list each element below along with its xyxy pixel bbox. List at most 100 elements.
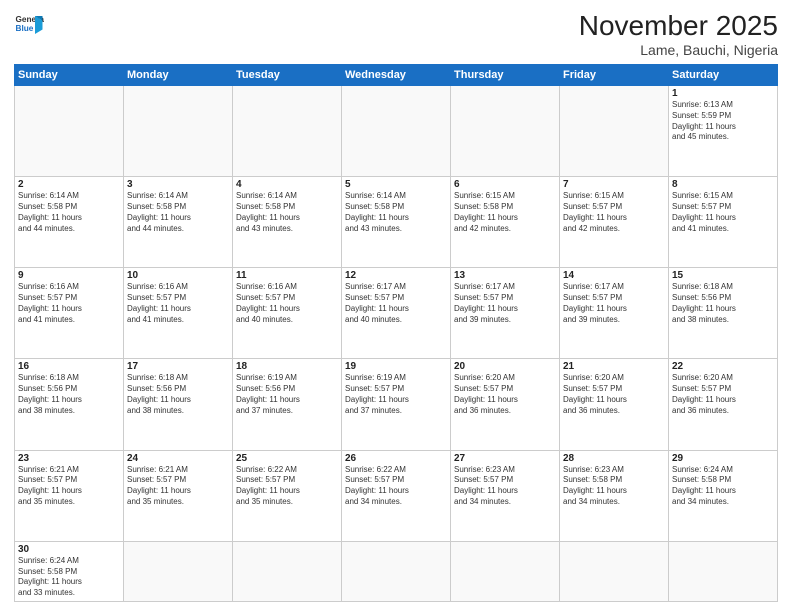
calendar-day-cell: 30Sunrise: 6:24 AM Sunset: 5:58 PM Dayli… [15, 541, 124, 601]
day-info: Sunrise: 6:24 AM Sunset: 5:58 PM Dayligh… [672, 465, 774, 508]
day-info: Sunrise: 6:14 AM Sunset: 5:58 PM Dayligh… [345, 191, 447, 234]
calendar-day-cell: 14Sunrise: 6:17 AM Sunset: 5:57 PM Dayli… [560, 268, 669, 359]
calendar-header-row: SundayMondayTuesdayWednesdayThursdayFrid… [15, 65, 778, 86]
day-number: 5 [345, 179, 447, 190]
day-info: Sunrise: 6:21 AM Sunset: 5:57 PM Dayligh… [18, 465, 120, 508]
calendar-day-cell: 18Sunrise: 6:19 AM Sunset: 5:56 PM Dayli… [233, 359, 342, 450]
day-number: 15 [672, 270, 774, 281]
title-block: November 2025 Lame, Bauchi, Nigeria [579, 10, 778, 58]
calendar-day-cell [342, 86, 451, 177]
day-info: Sunrise: 6:20 AM Sunset: 5:57 PM Dayligh… [563, 373, 665, 416]
calendar-day-cell: 24Sunrise: 6:21 AM Sunset: 5:57 PM Dayli… [124, 450, 233, 541]
day-number: 25 [236, 453, 338, 464]
logo-icon: General Blue [14, 10, 44, 40]
calendar-day-cell: 20Sunrise: 6:20 AM Sunset: 5:57 PM Dayli… [451, 359, 560, 450]
calendar-day-cell [451, 86, 560, 177]
day-info: Sunrise: 6:22 AM Sunset: 5:57 PM Dayligh… [236, 465, 338, 508]
day-info: Sunrise: 6:17 AM Sunset: 5:57 PM Dayligh… [345, 282, 447, 325]
calendar-table: SundayMondayTuesdayWednesdayThursdayFrid… [14, 64, 778, 602]
day-number: 9 [18, 270, 120, 281]
day-info: Sunrise: 6:15 AM Sunset: 5:57 PM Dayligh… [672, 191, 774, 234]
calendar-day-cell: 29Sunrise: 6:24 AM Sunset: 5:58 PM Dayli… [669, 450, 778, 541]
calendar-day-cell [560, 86, 669, 177]
day-info: Sunrise: 6:18 AM Sunset: 5:56 PM Dayligh… [18, 373, 120, 416]
day-number: 13 [454, 270, 556, 281]
day-number: 29 [672, 453, 774, 464]
day-info: Sunrise: 6:16 AM Sunset: 5:57 PM Dayligh… [236, 282, 338, 325]
calendar-day-cell: 5Sunrise: 6:14 AM Sunset: 5:58 PM Daylig… [342, 177, 451, 268]
day-number: 28 [563, 453, 665, 464]
day-info: Sunrise: 6:23 AM Sunset: 5:58 PM Dayligh… [563, 465, 665, 508]
day-number: 12 [345, 270, 447, 281]
calendar-day-header: Sunday [15, 65, 124, 86]
calendar-day-cell [124, 86, 233, 177]
day-number: 6 [454, 179, 556, 190]
day-info: Sunrise: 6:18 AM Sunset: 5:56 PM Dayligh… [127, 373, 229, 416]
day-info: Sunrise: 6:20 AM Sunset: 5:57 PM Dayligh… [672, 373, 774, 416]
calendar-day-header: Friday [560, 65, 669, 86]
day-number: 18 [236, 361, 338, 372]
day-info: Sunrise: 6:20 AM Sunset: 5:57 PM Dayligh… [454, 373, 556, 416]
logo: General Blue [14, 10, 44, 40]
day-info: Sunrise: 6:13 AM Sunset: 5:59 PM Dayligh… [672, 100, 774, 143]
calendar-day-cell: 21Sunrise: 6:20 AM Sunset: 5:57 PM Dayli… [560, 359, 669, 450]
calendar-day-cell [15, 86, 124, 177]
day-number: 4 [236, 179, 338, 190]
day-info: Sunrise: 6:24 AM Sunset: 5:58 PM Dayligh… [18, 556, 120, 599]
calendar-week-row: 16Sunrise: 6:18 AM Sunset: 5:56 PM Dayli… [15, 359, 778, 450]
calendar-day-cell: 3Sunrise: 6:14 AM Sunset: 5:58 PM Daylig… [124, 177, 233, 268]
day-info: Sunrise: 6:15 AM Sunset: 5:57 PM Dayligh… [563, 191, 665, 234]
calendar-day-header: Wednesday [342, 65, 451, 86]
day-info: Sunrise: 6:19 AM Sunset: 5:56 PM Dayligh… [236, 373, 338, 416]
day-info: Sunrise: 6:16 AM Sunset: 5:57 PM Dayligh… [18, 282, 120, 325]
calendar-week-row: 23Sunrise: 6:21 AM Sunset: 5:57 PM Dayli… [15, 450, 778, 541]
day-number: 2 [18, 179, 120, 190]
day-number: 27 [454, 453, 556, 464]
calendar-day-cell [669, 541, 778, 601]
day-number: 21 [563, 361, 665, 372]
day-number: 8 [672, 179, 774, 190]
svg-text:Blue: Blue [16, 24, 34, 33]
day-number: 20 [454, 361, 556, 372]
calendar-day-header: Monday [124, 65, 233, 86]
calendar-day-cell: 2Sunrise: 6:14 AM Sunset: 5:58 PM Daylig… [15, 177, 124, 268]
calendar-day-cell: 1Sunrise: 6:13 AM Sunset: 5:59 PM Daylig… [669, 86, 778, 177]
calendar-day-cell: 28Sunrise: 6:23 AM Sunset: 5:58 PM Dayli… [560, 450, 669, 541]
calendar-day-header: Tuesday [233, 65, 342, 86]
calendar-day-header: Saturday [669, 65, 778, 86]
day-info: Sunrise: 6:17 AM Sunset: 5:57 PM Dayligh… [454, 282, 556, 325]
day-number: 26 [345, 453, 447, 464]
calendar-week-row: 2Sunrise: 6:14 AM Sunset: 5:58 PM Daylig… [15, 177, 778, 268]
calendar-day-cell: 19Sunrise: 6:19 AM Sunset: 5:57 PM Dayli… [342, 359, 451, 450]
day-number: 22 [672, 361, 774, 372]
header: General Blue November 2025 Lame, Bauchi,… [14, 10, 778, 58]
calendar-day-cell: 25Sunrise: 6:22 AM Sunset: 5:57 PM Dayli… [233, 450, 342, 541]
calendar-day-cell [342, 541, 451, 601]
calendar-day-cell: 6Sunrise: 6:15 AM Sunset: 5:58 PM Daylig… [451, 177, 560, 268]
calendar-day-cell: 27Sunrise: 6:23 AM Sunset: 5:57 PM Dayli… [451, 450, 560, 541]
calendar-day-cell [560, 541, 669, 601]
calendar-day-cell: 7Sunrise: 6:15 AM Sunset: 5:57 PM Daylig… [560, 177, 669, 268]
calendar-week-row: 1Sunrise: 6:13 AM Sunset: 5:59 PM Daylig… [15, 86, 778, 177]
calendar-day-cell [124, 541, 233, 601]
day-number: 19 [345, 361, 447, 372]
day-number: 23 [18, 453, 120, 464]
day-number: 17 [127, 361, 229, 372]
calendar-day-cell: 10Sunrise: 6:16 AM Sunset: 5:57 PM Dayli… [124, 268, 233, 359]
day-info: Sunrise: 6:15 AM Sunset: 5:58 PM Dayligh… [454, 191, 556, 234]
day-number: 3 [127, 179, 229, 190]
calendar-day-cell: 9Sunrise: 6:16 AM Sunset: 5:57 PM Daylig… [15, 268, 124, 359]
day-number: 30 [18, 544, 120, 555]
day-number: 1 [672, 88, 774, 99]
day-info: Sunrise: 6:21 AM Sunset: 5:57 PM Dayligh… [127, 465, 229, 508]
calendar-day-cell: 12Sunrise: 6:17 AM Sunset: 5:57 PM Dayli… [342, 268, 451, 359]
day-info: Sunrise: 6:14 AM Sunset: 5:58 PM Dayligh… [18, 191, 120, 234]
day-number: 14 [563, 270, 665, 281]
calendar-day-cell: 15Sunrise: 6:18 AM Sunset: 5:56 PM Dayli… [669, 268, 778, 359]
calendar-day-cell: 26Sunrise: 6:22 AM Sunset: 5:57 PM Dayli… [342, 450, 451, 541]
calendar-day-cell: 8Sunrise: 6:15 AM Sunset: 5:57 PM Daylig… [669, 177, 778, 268]
calendar-day-cell: 11Sunrise: 6:16 AM Sunset: 5:57 PM Dayli… [233, 268, 342, 359]
calendar-day-cell: 17Sunrise: 6:18 AM Sunset: 5:56 PM Dayli… [124, 359, 233, 450]
day-number: 7 [563, 179, 665, 190]
month-title: November 2025 [579, 10, 778, 42]
